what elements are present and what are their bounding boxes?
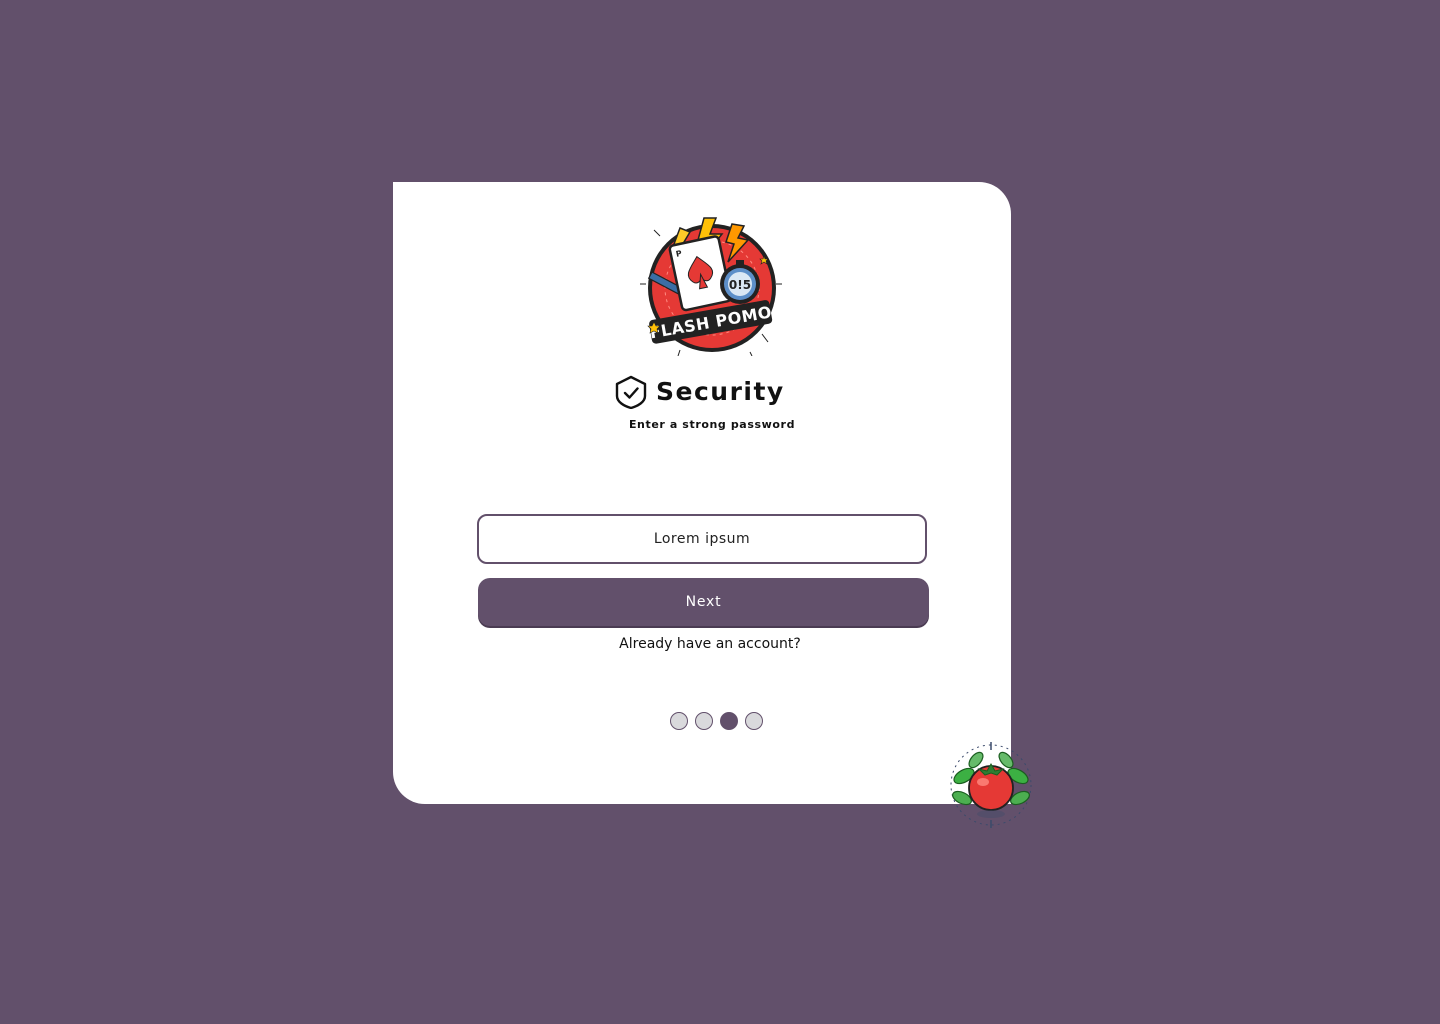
next-button[interactable]: Next xyxy=(478,578,929,626)
tomato-icon[interactable] xyxy=(948,742,1034,828)
step-dot-2[interactable] xyxy=(694,712,713,730)
password-input[interactable] xyxy=(477,514,927,564)
flash-pomo-logo: P 0!5 FLASH POMO xyxy=(640,217,782,356)
step-dot-3[interactable] xyxy=(719,712,738,730)
security-heading: Security xyxy=(614,374,785,410)
page-subtitle: Enter a strong password xyxy=(628,418,796,431)
login-link[interactable]: Already have an account? xyxy=(560,636,860,652)
step-dot-4[interactable] xyxy=(744,712,763,730)
step-indicator xyxy=(669,712,763,730)
shield-check-icon xyxy=(615,375,647,409)
page-title: Security xyxy=(656,377,785,406)
step-dot-1[interactable] xyxy=(669,712,688,730)
svg-text:0!5: 0!5 xyxy=(729,278,751,292)
